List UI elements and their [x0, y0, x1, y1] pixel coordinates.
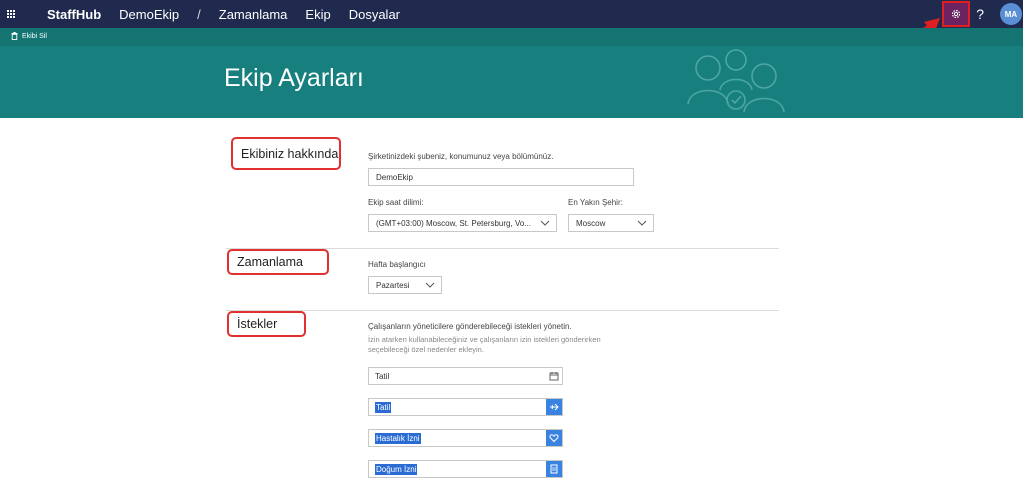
chevron-down-icon	[425, 282, 435, 288]
settings-button[interactable]	[942, 1, 971, 27]
request-reason-row[interactable]: Tatil	[368, 398, 563, 416]
delete-team-button[interactable]: Ekibi Sil	[11, 32, 47, 40]
document-icon[interactable]	[546, 461, 562, 477]
nav-files[interactable]: Dosyalar	[349, 7, 400, 22]
requests-description: Çalışanların yöneticilere gönderebileceğ…	[368, 322, 572, 331]
section-requests-label: İstekler	[227, 311, 306, 337]
nav-team[interactable]: Ekip	[305, 7, 330, 22]
breadcrumb-separator: /	[197, 6, 201, 22]
section-about-label: Ekibiniz hakkında	[231, 137, 341, 170]
request-reason-label: Hastalık İzni	[375, 432, 421, 444]
delete-team-label: Ekibi Sil	[22, 32, 47, 40]
team-name-link[interactable]: DemoEkip	[119, 7, 179, 22]
timezone-label: Ekip saat dilimi:	[368, 198, 424, 207]
city-select[interactable]: Moscow	[568, 214, 654, 232]
city-label: En Yakın Şehir:	[568, 198, 623, 207]
timezone-value: (GMT+03:00) Moscow, St. Petersburg, Vo..…	[376, 218, 531, 228]
request-reason-row[interactable]: Doğum İzni	[368, 460, 563, 478]
section-scheduling-label: Zamanlama	[227, 249, 329, 275]
help-button[interactable]: ?	[976, 6, 984, 22]
people-illustration-icon	[687, 49, 785, 113]
week-start-label: Hafta başlangıcı	[368, 260, 426, 269]
page-title: Ekip Ayarları	[224, 64, 364, 92]
trash-icon	[11, 32, 18, 40]
city-value: Moscow	[576, 218, 606, 228]
request-reason-label: Tatil	[375, 371, 390, 381]
top-navigation-bar: StaffHub DemoEkip / Zamanlama Ekip Dosya…	[0, 0, 1023, 28]
gear-icon	[952, 9, 961, 19]
about-description: Şirketinizdeki şubeniz, konumunuz veya b…	[368, 152, 554, 161]
week-start-value: Pazartesi	[376, 280, 410, 290]
request-reason-label: Doğum İzni	[375, 463, 418, 475]
team-name-field[interactable]: DemoEkip	[368, 168, 634, 186]
calendar-icon[interactable]	[546, 368, 562, 384]
request-reason-label: Tatil	[375, 401, 392, 413]
chevron-down-icon	[637, 220, 647, 226]
page-header-banner: Ekibi Sil Ekip Ayarları	[0, 28, 1023, 118]
nav-scheduling[interactable]: Zamanlama	[219, 7, 288, 22]
plane-icon[interactable]	[546, 399, 562, 415]
brand-logo[interactable]: StaffHub	[47, 7, 101, 22]
app-launcher-icon[interactable]	[1, 0, 21, 28]
requests-sub-description: İzin atarken kullanabileceğiniz ve çalış…	[368, 335, 601, 354]
week-start-select[interactable]: Pazartesi	[368, 276, 442, 294]
avatar[interactable]: MA	[1000, 3, 1022, 25]
section-divider	[226, 310, 779, 311]
request-reason-row[interactable]: Tatil	[368, 367, 563, 385]
timezone-select[interactable]: (GMT+03:00) Moscow, St. Petersburg, Vo..…	[368, 214, 557, 232]
chevron-down-icon	[540, 220, 550, 226]
request-reason-row[interactable]: Hastalık İzni	[368, 429, 563, 447]
heart-icon[interactable]	[546, 430, 562, 446]
